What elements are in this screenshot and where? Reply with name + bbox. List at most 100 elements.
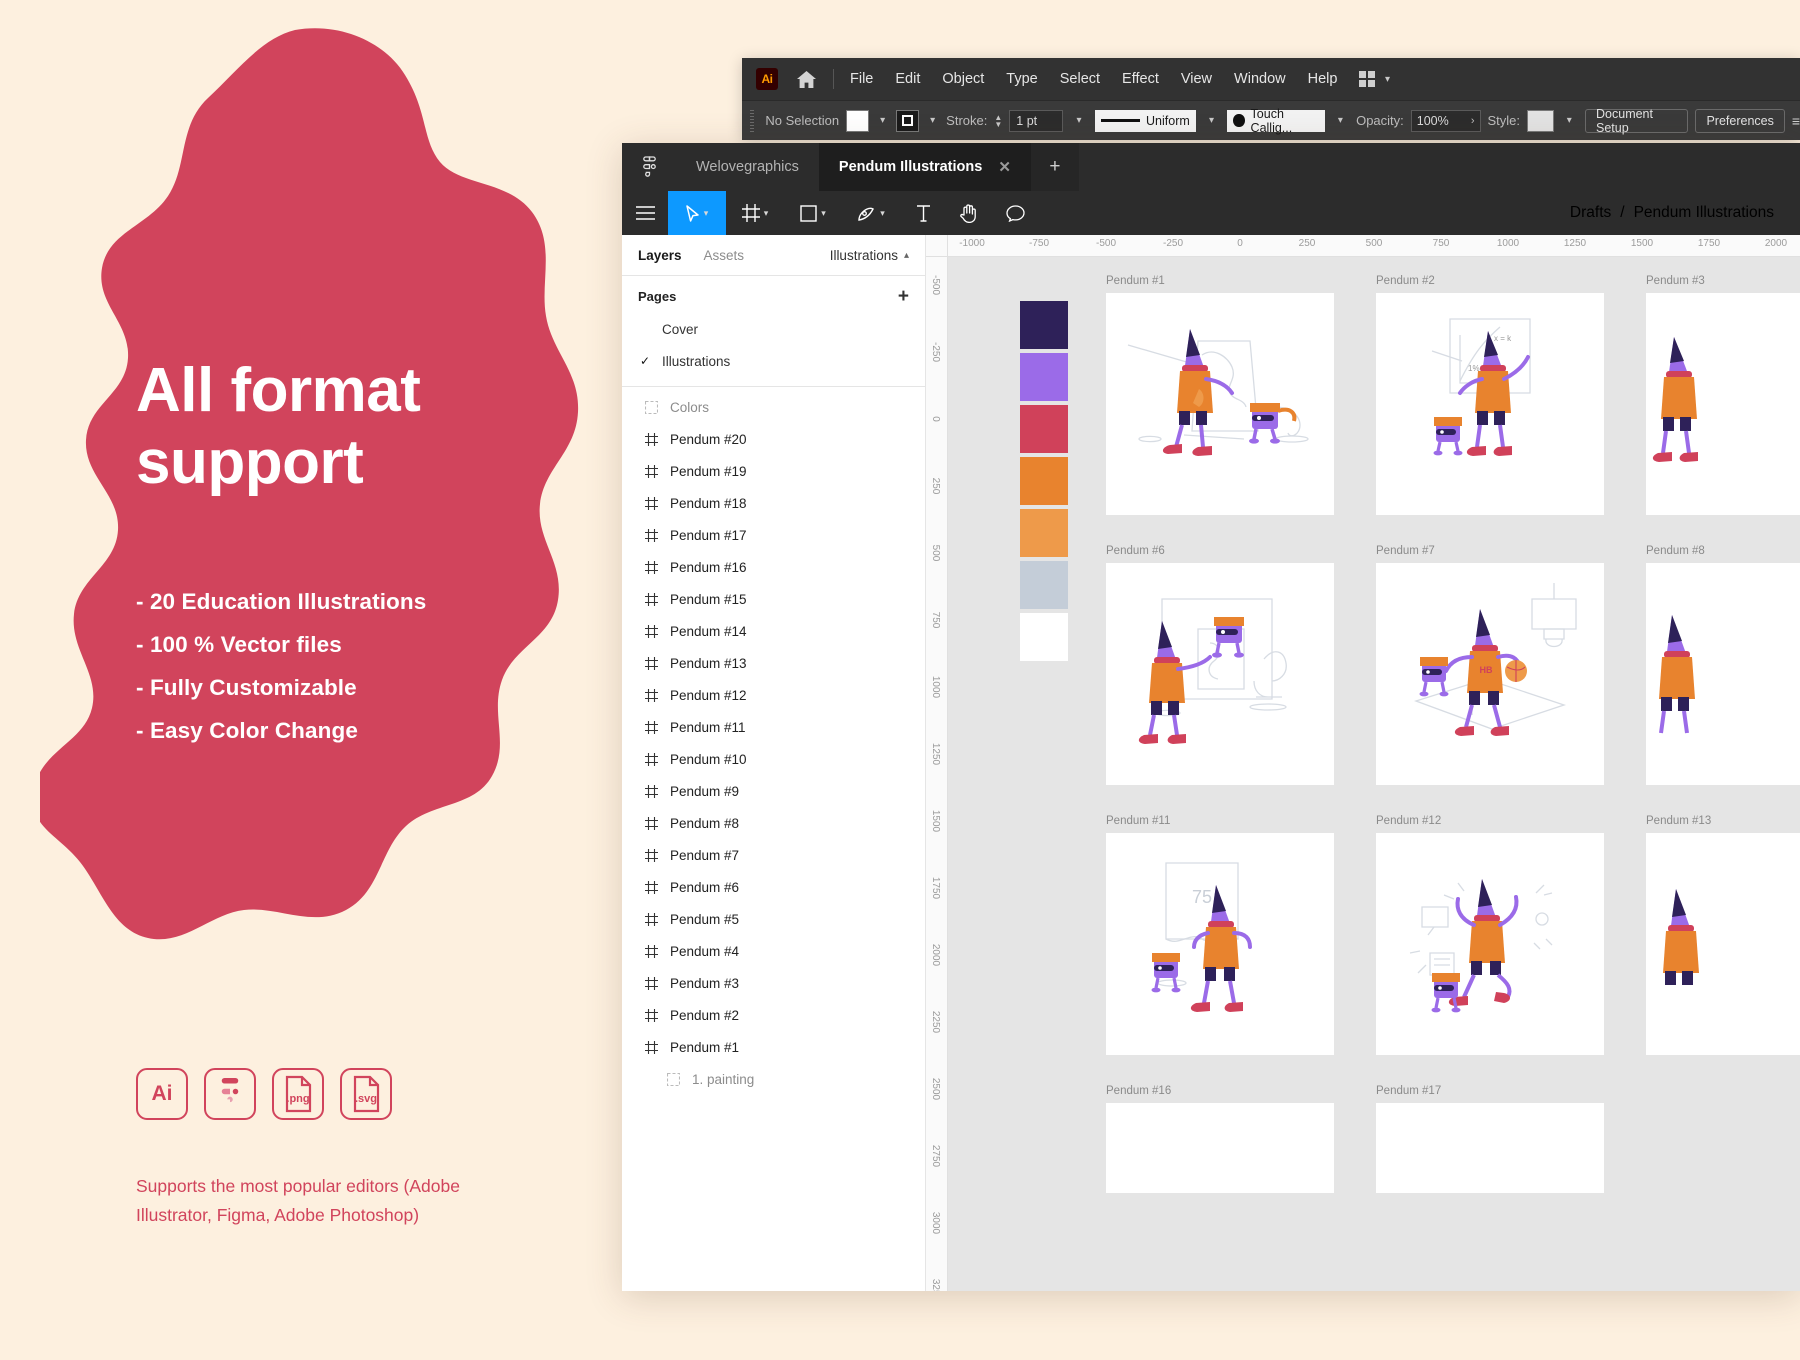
tab-pendum-illustrations[interactable]: Pendum Illustrations ✕ [818,143,1031,191]
artboard[interactable]: Pendum #2 x = k 1% [1376,275,1604,515]
color-swatch[interactable] [1020,457,1068,505]
layer-item[interactable]: Pendum #11 [622,711,925,743]
png-badge[interactable]: .png [272,1068,324,1120]
add-page-button[interactable]: + [898,287,909,306]
tab-assets[interactable]: Assets [704,248,745,263]
layer-item[interactable]: Colors [622,391,925,423]
fill-color-swatch[interactable] [846,109,870,132]
stroke-color-swatch[interactable] [896,109,920,132]
artboard[interactable]: Pendum #8 [1646,545,1800,785]
home-icon[interactable] [796,70,817,89]
layer-item[interactable]: Pendum #19 [622,455,925,487]
new-tab-button[interactable]: + [1030,143,1079,191]
pen-tool-icon[interactable]: ▾ [842,191,900,235]
artboard-frame[interactable] [1106,563,1334,785]
color-swatch[interactable] [1020,509,1068,557]
artboard-frame[interactable] [1646,833,1800,1055]
opacity-field[interactable]: 100% › [1410,109,1481,132]
menu-view[interactable]: View [1181,71,1212,87]
layer-item[interactable]: Pendum #10 [622,743,925,775]
document-setup-button[interactable]: Document Setup [1585,107,1689,135]
artboard[interactable]: Pendum #1 [1106,275,1334,515]
menu-window[interactable]: Window [1234,71,1286,87]
fill-chevron-down-icon[interactable]: ▾ [876,115,889,126]
color-swatch[interactable] [1020,301,1068,349]
figma-badge[interactable] [204,1068,256,1120]
layer-item[interactable]: Pendum #13 [622,647,925,679]
svg-badge[interactable]: .svg [340,1068,392,1120]
artboard[interactable]: Pendum #17 [1376,1085,1604,1193]
layer-item[interactable]: Pendum #12 [622,679,925,711]
artboard[interactable]: Pendum #3 [1646,275,1800,515]
layer-item[interactable]: Pendum #17 [622,519,925,551]
frame-tool-icon[interactable]: ▾ [726,191,784,235]
stroke-profile-chevron-icon[interactable]: ▾ [1202,109,1221,132]
menu-icon[interactable] [622,191,668,235]
menu-object[interactable]: Object [942,71,984,87]
text-tool-icon[interactable] [900,191,946,235]
current-page-selector[interactable]: Illustrations ▴ [830,248,909,263]
graphic-style-swatch[interactable] [1527,109,1554,132]
artboard[interactable]: Pendum #13 [1646,815,1800,1055]
page-item-cover[interactable]: Cover [622,313,925,345]
layer-item[interactable]: Pendum #20 [622,423,925,455]
layer-item[interactable]: Pendum #1 [622,1031,925,1063]
canvas-surface[interactable]: Pendum #1 Pendum #2 x = k 1% Pendum #3 P… [948,257,1800,1291]
move-tool-icon[interactable]: ▾ [668,191,726,235]
tab-welovegraphics[interactable]: Welovegraphics [676,143,819,191]
layer-item[interactable]: 1. painting [622,1063,925,1095]
control-bar-grip[interactable] [750,109,755,132]
layer-item[interactable]: Pendum #8 [622,807,925,839]
layer-item[interactable]: Pendum #15 [622,583,925,615]
illustrator-badge[interactable]: Ai [136,1068,188,1120]
layer-item[interactable]: Pendum #3 [622,967,925,999]
breadcrumb-parent[interactable]: Drafts [1570,204,1611,222]
artboard[interactable]: Pendum #12 [1376,815,1604,1055]
layer-item[interactable]: Pendum #9 [622,775,925,807]
preferences-button[interactable]: Preferences [1695,108,1785,133]
artboard[interactable]: Pendum #6 [1106,545,1334,785]
color-swatch[interactable] [1020,561,1068,609]
tab-layers[interactable]: Layers [638,248,682,263]
horizontal-ruler[interactable]: -1000 -750 -500 -250 0 250 500 750 1000 1250 1500 1… [926,235,1800,257]
workspace-switcher-button[interactable]: ▾ [1359,71,1394,87]
layer-item[interactable]: Pendum #18 [622,487,925,519]
layer-item[interactable]: Pendum #6 [622,871,925,903]
close-icon[interactable]: ✕ [998,158,1011,176]
brush-definition-combo[interactable]: Touch Callig... [1227,107,1325,135]
color-swatch[interactable] [1020,353,1068,401]
style-chevron-icon[interactable]: ▾ [1560,109,1579,132]
artboard[interactable]: Pendum #7 HB [1376,545,1604,785]
layer-item[interactable]: Pendum #5 [622,903,925,935]
layer-item[interactable]: Pendum #2 [622,999,925,1031]
artboard-frame[interactable]: x = k 1% [1376,293,1604,515]
artboard-frame[interactable] [1376,1103,1604,1193]
comment-tool-icon[interactable] [992,191,1038,235]
artboard-frame[interactable] [1106,1103,1334,1193]
artboard-frame[interactable] [1376,833,1604,1055]
menu-select[interactable]: Select [1060,71,1100,87]
layer-item[interactable]: Pendum #7 [622,839,925,871]
figma-logo-icon[interactable] [622,143,676,191]
stroke-chevron-down-icon[interactable]: ▾ [926,115,939,126]
layer-item[interactable]: Pendum #14 [622,615,925,647]
artboard-frame[interactable] [1646,293,1800,515]
menu-help[interactable]: Help [1308,71,1338,87]
artboard[interactable]: Pendum #16 [1106,1085,1334,1193]
figma-canvas[interactable]: Pendum #1 Pendum #2 x = k 1% Pendum #3 P… [926,235,1800,1291]
stroke-weight-chevron-icon[interactable]: ▾ [1070,109,1088,132]
artboard-frame[interactable]: HB [1376,563,1604,785]
color-swatch[interactable] [1020,405,1068,453]
artboard[interactable]: Pendum #11 75 [1106,815,1334,1055]
layer-item[interactable]: Pendum #4 [622,935,925,967]
menu-edit[interactable]: Edit [895,71,920,87]
hand-tool-icon[interactable] [946,191,992,235]
brush-chevron-icon[interactable]: ▾ [1331,109,1350,132]
artboard-frame[interactable] [1106,293,1334,515]
layer-item[interactable]: Pendum #16 [622,551,925,583]
stroke-weight-field[interactable]: 1 pt [1009,109,1064,132]
vertical-ruler[interactable]: -500 -250 0 250 500 750 1000 1250 1500 1750 2000 22… [926,235,948,1291]
artboard-frame[interactable]: 75 [1106,833,1334,1055]
page-item-illustrations[interactable]: ✓ Illustrations [622,345,925,377]
menu-effect[interactable]: Effect [1122,71,1159,87]
